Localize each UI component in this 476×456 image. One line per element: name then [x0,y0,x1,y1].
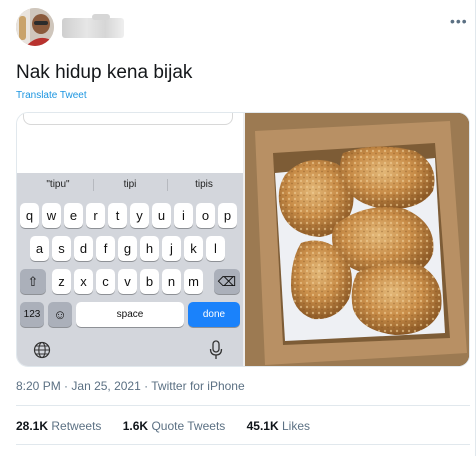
tweet-source[interactable]: Twitter for iPhone [151,379,244,393]
key-t: t [108,203,127,228]
tweet-card: ••• Nak hidup kena bijak Translate Tweet… [0,0,476,456]
meta-separator: · [144,379,149,393]
space-key: space [76,302,184,327]
key-o: o [196,203,215,228]
tweet-media[interactable]: "tipu" tipi tipis q w e r t y u i o p a … [16,112,470,367]
fried-chicken-box-image [245,113,469,366]
suggestion-2: tipi [123,179,137,190]
avatar-photo [16,8,54,46]
retweets-label: Retweets [51,419,102,433]
quote-tweets-count: 1.6K [122,419,149,433]
key-n: n [162,269,181,294]
key-u: u [152,203,171,228]
quote-tweets-stat[interactable]: 1.6K Quote Tweets [123,419,226,433]
done-key: done [188,302,240,327]
tweet-text: Nak hidup kena bijak [16,62,193,83]
phone-message-area [17,113,243,173]
key-x: x [74,269,93,294]
retweets-count: 28.1K [16,419,49,433]
suggestion-divider [93,179,94,191]
avatar[interactable] [16,8,54,46]
key-p: p [218,203,237,228]
tweet-timestamp: 8:20 PM · Jan 25, 2021 · Twitter for iPh… [16,379,245,393]
ios-keyboard: "tipu" tipi tipis q w e r t y u i o p a … [17,173,243,366]
microphone-icon [209,340,223,360]
tweet-stats: 28.1K Retweets 1.6K Quote Tweets 45.1K L… [16,419,328,433]
backspace-key-icon: ⌫ [214,269,240,294]
keyboard-screenshot-image[interactable]: "tipu" tipi tipis q w e r t y u i o p a … [17,113,243,366]
key-m: m [184,269,203,294]
suggestion-divider [167,179,168,191]
suggestion-1: "tipu" [46,179,70,190]
key-v: v [118,269,137,294]
key-h: h [140,236,159,261]
key-a: a [30,236,49,261]
tweet-time[interactable]: 8:20 PM [16,379,61,393]
shift-key-icon: ⇧ [20,269,46,294]
key-z: z [52,269,71,294]
tweet-date[interactable]: Jan 25, 2021 [71,379,140,393]
translate-tweet-link[interactable]: Translate Tweet [16,90,87,101]
more-options-icon[interactable]: ••• [450,14,470,28]
divider [16,444,470,445]
quote-tweets-label: Quote Tweets [151,419,226,433]
phone-text-field [23,113,233,125]
likes-label: Likes [282,419,311,433]
meta-separator: · [64,379,69,393]
suggestion-3: tipis [195,179,213,190]
retweets-stat[interactable]: 28.1K Retweets [16,419,101,433]
key-w: w [42,203,61,228]
key-f: f [96,236,115,261]
key-c: c [96,269,115,294]
key-e: e [64,203,83,228]
key-l: l [206,236,225,261]
globe-icon [33,341,51,359]
key-q: q [20,203,39,228]
key-s: s [52,236,71,261]
emoji-key-icon: ☺ [48,302,72,327]
divider [16,405,470,406]
fried-chicken-photo[interactable] [245,113,469,366]
key-j: j [162,236,181,261]
likes-stat[interactable]: 45.1K Likes [247,419,310,433]
author-name-redacted[interactable] [62,14,124,38]
numbers-key: 123 [20,302,44,327]
key-r: r [86,203,105,228]
key-y: y [130,203,149,228]
key-b: b [140,269,159,294]
key-g: g [118,236,137,261]
likes-count: 45.1K [246,419,279,433]
key-k: k [184,236,203,261]
key-d: d [74,236,93,261]
key-i: i [174,203,193,228]
